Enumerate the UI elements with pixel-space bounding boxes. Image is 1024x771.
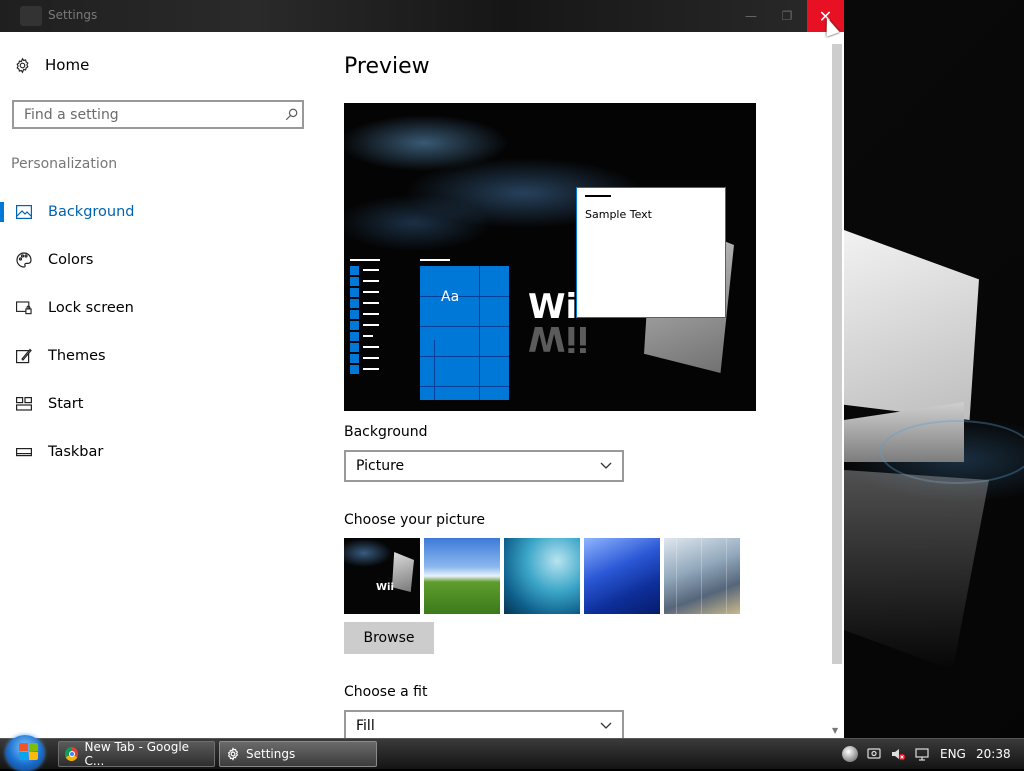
- preview-start-header: [350, 259, 380, 261]
- maximize-button[interactable]: ❐: [769, 0, 805, 32]
- search-icon[interactable]: [280, 108, 302, 121]
- preview-start-list: [350, 265, 379, 375]
- taskbar-icon: [16, 444, 32, 460]
- nav-list: Background Colors Lock screen Themes Sta…: [0, 188, 320, 476]
- preview-sample-window: Sample Text: [576, 187, 726, 318]
- preview-tile-text: Aa: [441, 289, 460, 305]
- thumbnail-bliss-wallpaper[interactable]: [424, 538, 500, 614]
- tray-network-icon[interactable]: [866, 746, 882, 762]
- fit-dropdown-value: Fill: [356, 718, 375, 734]
- minimize-button[interactable]: —: [733, 0, 769, 32]
- scroll-down-arrow-icon[interactable]: ▼: [832, 726, 838, 735]
- nav-home[interactable]: Home: [14, 56, 89, 74]
- page-title: Preview: [344, 54, 430, 79]
- background-dropdown[interactable]: Picture: [344, 450, 624, 482]
- windows-logo-icon: [19, 743, 39, 761]
- chrome-icon: [65, 747, 79, 761]
- taskbar-button-chrome[interactable]: New Tab - Google C...: [58, 740, 215, 768]
- sidebar-item-label: Lock screen: [48, 300, 134, 316]
- settings-client-area: Home Personalization Background: [0, 32, 844, 742]
- preview-start-tiles: [420, 266, 509, 400]
- choose-picture-label: Choose your picture: [344, 512, 485, 528]
- gear-icon: [14, 57, 31, 74]
- sidebar-item-taskbar[interactable]: Taskbar: [0, 428, 320, 476]
- tray-display-icon[interactable]: [914, 746, 930, 762]
- themes-icon: [16, 348, 32, 364]
- window-title: Settings: [48, 8, 98, 22]
- sidebar-item-label: Start: [48, 396, 84, 412]
- title-bar[interactable]: Settings — ❐ ✕: [0, 0, 844, 32]
- thumbnail-wii-wallpaper[interactable]: Wii: [344, 538, 420, 614]
- scrollbar-thumb[interactable]: [832, 44, 842, 664]
- thumbnail-wave-wallpaper[interactable]: [504, 538, 580, 614]
- taskbar-button-settings[interactable]: Settings: [219, 741, 377, 767]
- preview-tiles-header: [420, 259, 450, 261]
- search-input[interactable]: [14, 106, 280, 123]
- sidebar-item-lock-screen[interactable]: Lock screen: [0, 284, 320, 332]
- chevron-down-icon: [600, 722, 612, 730]
- chevron-down-icon: [600, 462, 612, 470]
- taskbar-button-label: New Tab - Google C...: [84, 740, 190, 768]
- sidebar-item-colors[interactable]: Colors: [0, 236, 320, 284]
- sidebar-item-label: Colors: [48, 252, 94, 268]
- taskbar-clock[interactable]: 20:38: [976, 739, 1011, 769]
- lock-screen-icon: [16, 300, 32, 316]
- background-label: Background: [344, 424, 428, 440]
- sidebar-item-start[interactable]: Start: [0, 380, 320, 428]
- thumbnail-cube: [392, 552, 414, 592]
- desktop-wallpaper-reflection: [844, 470, 989, 670]
- gear-icon: [226, 747, 240, 761]
- browse-button[interactable]: Browse: [344, 622, 434, 654]
- palette-icon: [16, 252, 32, 268]
- desktop-wallpaper-cube: [844, 230, 979, 420]
- taskbar-button-label: Settings: [246, 747, 296, 761]
- search-box[interactable]: [12, 100, 304, 129]
- sidebar-item-themes[interactable]: Themes: [0, 332, 320, 380]
- choose-fit-label: Choose a fit: [344, 684, 428, 700]
- taskbar: New Tab - Google C... Settings ENG 20:38: [0, 735, 1024, 771]
- thumbnail-caption: Wii: [376, 582, 394, 593]
- nav-home-label: Home: [45, 56, 90, 74]
- section-label: Personalization: [11, 156, 118, 172]
- picture-thumbnails: Wii: [344, 538, 740, 614]
- preview-wallpaper-text-reflection: Wii: [528, 318, 589, 358]
- background-preview: Wii Wii Aa Sample Text: [344, 103, 756, 411]
- sidebar-item-label: Themes: [48, 348, 106, 364]
- tray-volume-muted-icon[interactable]: [890, 746, 906, 762]
- language-indicator[interactable]: ENG: [940, 739, 966, 769]
- sidebar-item-label: Taskbar: [48, 444, 104, 460]
- thumbnail-blue-streak-wallpaper[interactable]: [584, 538, 660, 614]
- picture-icon: [16, 204, 32, 220]
- app-icon: [20, 6, 42, 26]
- start-button[interactable]: [6, 735, 44, 771]
- tray-app-icon[interactable]: [842, 746, 858, 762]
- background-dropdown-value: Picture: [356, 458, 405, 474]
- sidebar-item-label: Background: [48, 204, 135, 220]
- sidebar-item-background[interactable]: Background: [0, 188, 320, 236]
- start-icon: [16, 396, 32, 412]
- thumbnail-glass-building-wallpaper[interactable]: [664, 538, 740, 614]
- preview-window-titlebar: [585, 195, 611, 197]
- vertical-scrollbar[interactable]: ▼: [830, 32, 844, 738]
- settings-window: Settings — ❐ ✕ Home Personali: [0, 0, 844, 742]
- preview-sample-text: Sample Text: [585, 208, 652, 221]
